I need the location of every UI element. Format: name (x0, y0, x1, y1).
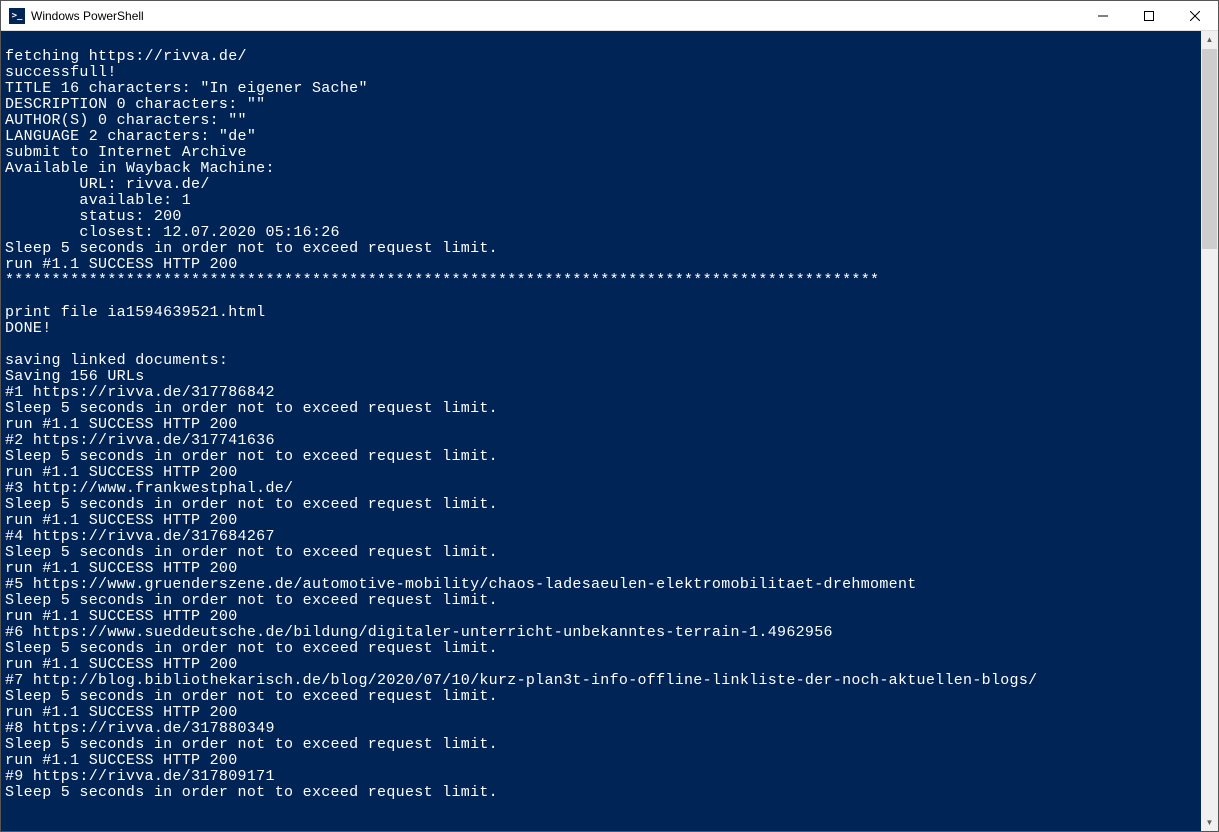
window-title: Windows PowerShell (31, 9, 1080, 23)
vertical-scrollbar[interactable]: ▲ ▼ (1201, 31, 1218, 831)
titlebar: >_ Windows PowerShell (1, 1, 1218, 31)
scroll-down-arrow[interactable]: ▼ (1201, 814, 1218, 831)
maximize-button[interactable] (1126, 1, 1172, 30)
close-icon (1190, 11, 1200, 21)
scroll-thumb[interactable] (1202, 49, 1217, 249)
close-button[interactable] (1172, 1, 1218, 30)
terminal-container: fetching https://rivva.de/ successfull! … (1, 31, 1218, 831)
terminal-output[interactable]: fetching https://rivva.de/ successfull! … (1, 31, 1201, 831)
powershell-icon: >_ (9, 8, 25, 24)
window-controls (1080, 1, 1218, 30)
scroll-up-arrow[interactable]: ▲ (1201, 31, 1218, 48)
maximize-icon (1144, 11, 1154, 21)
minimize-icon (1098, 11, 1108, 21)
minimize-button[interactable] (1080, 1, 1126, 30)
